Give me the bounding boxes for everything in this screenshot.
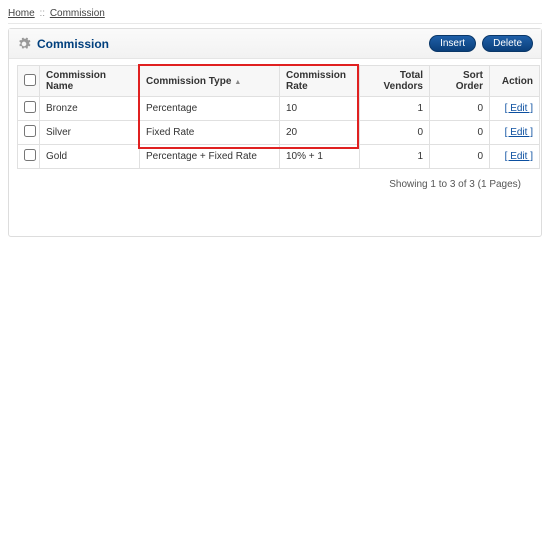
cell-rate: 20 — [280, 121, 360, 145]
cell-vendors: 1 — [360, 97, 430, 121]
col-name[interactable]: Commission Name — [40, 66, 140, 97]
breadcrumb-home[interactable]: Home — [8, 8, 35, 19]
table-row: Gold Percentage + Fixed Rate 10% + 1 1 0… — [18, 145, 540, 169]
cell-rate: 10 — [280, 97, 360, 121]
col-type-label: Commission Type — [146, 76, 231, 87]
cell-name: Bronze — [40, 97, 140, 121]
cell-vendors: 0 — [360, 121, 430, 145]
sort-asc-icon: ▲ — [234, 79, 241, 86]
panel-header: Commission Insert Delete — [9, 29, 541, 59]
cell-vendors: 1 — [360, 145, 430, 169]
breadcrumb-sep: :: — [39, 8, 45, 19]
cell-type: Percentage — [140, 97, 280, 121]
cell-rate: 10% + 1 — [280, 145, 360, 169]
edit-link[interactable]: [ Edit ] — [505, 127, 533, 138]
edit-link[interactable]: [ Edit ] — [505, 151, 533, 162]
delete-button[interactable]: Delete — [482, 35, 533, 52]
row-checkbox[interactable] — [24, 125, 36, 137]
cell-sort: 0 — [430, 97, 490, 121]
cell-name: Gold — [40, 145, 140, 169]
cell-sort: 0 — [430, 145, 490, 169]
breadcrumb-current[interactable]: Commission — [50, 8, 105, 19]
cell-type: Fixed Rate — [140, 121, 280, 145]
breadcrumb: Home :: Commission — [8, 6, 542, 24]
cell-type: Percentage + Fixed Rate — [140, 145, 280, 169]
col-rate[interactable]: Commission Rate — [280, 66, 360, 97]
pagination-info: Showing 1 to 3 of 3 (1 Pages) — [17, 169, 533, 190]
insert-button[interactable]: Insert — [429, 35, 476, 52]
select-all-checkbox[interactable] — [24, 74, 36, 86]
table-header-row: Commission Name Commission Type▲ Commiss… — [18, 66, 540, 97]
table-row: Silver Fixed Rate 20 0 0 [ Edit ] — [18, 121, 540, 145]
row-checkbox[interactable] — [24, 101, 36, 113]
page-title: Commission — [37, 37, 109, 51]
cell-name: Silver — [40, 121, 140, 145]
col-type[interactable]: Commission Type▲ — [140, 66, 280, 97]
row-checkbox[interactable] — [24, 149, 36, 161]
table-row: Bronze Percentage 10 1 0 [ Edit ] — [18, 97, 540, 121]
commission-panel: Commission Insert Delete Commission Name… — [8, 28, 542, 237]
gear-icon — [17, 37, 31, 51]
col-action: Action — [490, 66, 540, 97]
edit-link[interactable]: [ Edit ] — [505, 103, 533, 114]
col-vendors[interactable]: Total Vendors — [360, 66, 430, 97]
cell-sort: 0 — [430, 121, 490, 145]
col-sort[interactable]: Sort Order — [430, 66, 490, 97]
commission-table: Commission Name Commission Type▲ Commiss… — [17, 65, 540, 169]
